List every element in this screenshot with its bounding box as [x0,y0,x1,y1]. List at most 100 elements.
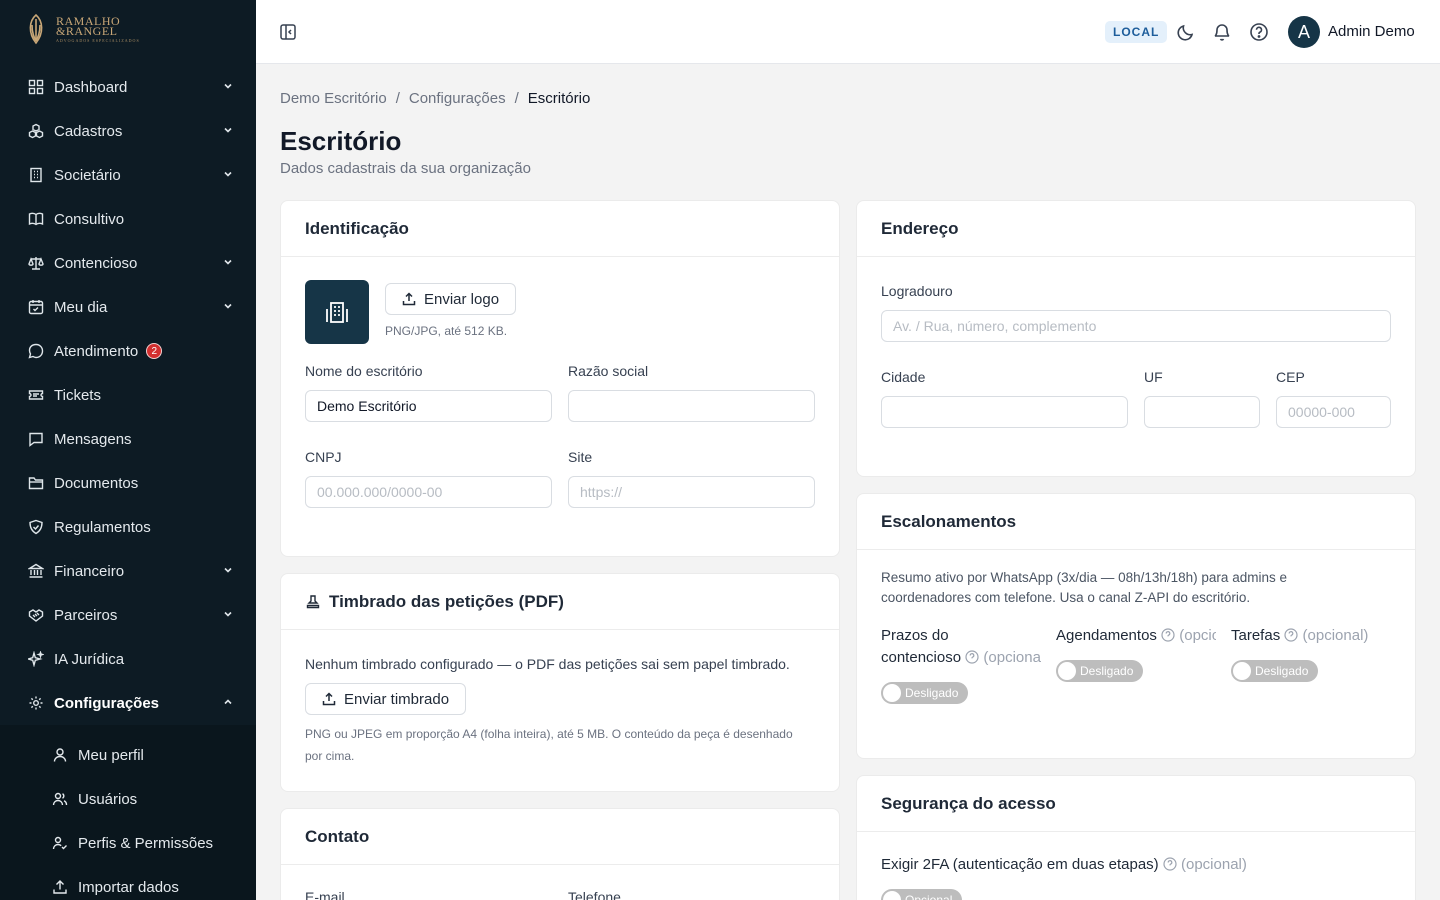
brand-logo[interactable]: RAMALHO &RANGEL ADVOGADOS ESPECIALIZADOS [0,0,256,58]
avatar[interactable]: A [1288,16,1320,48]
sidebar-item-documentos[interactable]: Documentos [0,461,256,505]
sidebar-item-label: Consultivo [54,210,125,228]
tarefas-toggle[interactable]: Desligado [1231,660,1319,682]
sidebar-toggle-icon[interactable] [279,23,297,41]
razao-social-label: Razão social [568,363,649,379]
breadcrumb-separator: / [514,90,519,107]
upload-icon [402,292,416,306]
contato-card: Contato E-mail Telefone [280,808,840,900]
toggle-state: Opcional [905,893,953,900]
page-subtitle: Dados cadastrais da sua organização [280,160,531,177]
brand-name: RAMALHO &RANGEL ADVOGADOS ESPECIALIZADOS [56,13,140,43]
cnpj-label: CNPJ [305,449,342,465]
cnpj-input[interactable]: 00.000.000/0000-00 [305,476,552,508]
subnav-item-meu-perfil[interactable]: Meu perfil [0,733,256,777]
card-title-text: Timbrado das petições (PDF) [329,591,564,611]
help-icon[interactable] [965,650,979,664]
cidade-input[interactable] [881,396,1128,428]
2fa-toggle[interactable]: Opcional [881,889,963,900]
sidebar-nav: Dashboard Cadastros Societário Consultiv… [0,65,256,725]
sidebar-item-mensagens[interactable]: Mensagens [0,417,256,461]
sparkles-icon [28,651,44,667]
sidebar-item-label: Meu dia [54,298,108,316]
breadcrumb-root[interactable]: Demo Escritório [280,90,387,107]
sidebar-item-label: Documentos [54,474,139,492]
timbrado-hint: PNG ou JPEG em proporção A4 (folha intei… [305,727,793,763]
upload-icon [53,880,67,894]
cidade-label: Cidade [881,369,926,385]
user-name[interactable]: Admin Demo [1328,23,1415,40]
toggle-knob [1233,662,1251,680]
logradouro-input[interactable]: Av. / Rua, número, complemento [881,310,1391,342]
sidebar-item-tickets[interactable]: Tickets [0,373,256,417]
breadcrumb-current: Escritório [527,90,591,107]
sidebar-item-regulamentos[interactable]: Regulamentos [0,505,256,549]
ticket-icon [28,390,44,400]
sidebar: RAMALHO &RANGEL ADVOGADOS ESPECIALIZADOS… [0,0,256,900]
sidebar-item-atendimento[interactable]: Atendimento 2 [0,329,256,373]
subnav-item-usuarios[interactable]: Usuários [0,777,256,821]
2fa-toggle-label: Exigir 2FA (autenticação em duas etapas)… [881,856,1247,873]
shield-icon [29,519,43,535]
toggle-knob [883,684,901,702]
sidebar-item-label: Contencioso [54,254,138,272]
environment-badge: LOCAL [1105,21,1168,43]
upload-logo-button[interactable]: Enviar logo [385,283,517,315]
bell-icon[interactable] [1212,22,1232,42]
tarefas-toggle-label: Tarefas (opcional) [1231,627,1369,644]
sidebar-item-contencioso[interactable]: Contencioso [0,241,256,285]
help-icon[interactable] [1161,628,1175,642]
prazos-toggle[interactable]: Desligado [881,682,969,704]
sidebar-item-label: Cadastros [54,122,123,140]
users-icon [52,792,68,806]
brand-mark-icon [29,13,43,45]
chevron-up-icon [224,699,232,705]
help-icon[interactable] [1163,857,1177,871]
site-input[interactable]: https:// [568,476,815,508]
toggle-state: Desligado [1080,664,1134,678]
toggle-knob [883,891,901,900]
razao-social-input[interactable] [568,390,815,422]
uf-label: UF [1144,369,1163,385]
chevron-down-icon [224,303,232,309]
breadcrumb-parent[interactable]: Configurações [409,90,506,107]
topbar: LOCAL A Admin Demo [256,0,1440,64]
folder-icon [28,477,44,490]
sidebar-item-ia-juridica[interactable]: IA Jurídica [0,637,256,681]
uf-input[interactable] [1144,396,1260,428]
card-title: Escalonamentos [857,494,1415,550]
card-title: Contato [281,809,839,865]
cep-input[interactable]: 00000-000 [1276,396,1391,428]
endereco-card: Endereço Logradouro Av. / Rua, número, c… [856,200,1416,477]
logradouro-label: Logradouro [881,283,953,299]
help-icon[interactable] [1249,22,1269,42]
sidebar-item-consultivo[interactable]: Consultivo [0,197,256,241]
building-icon [326,302,348,323]
agendamentos-toggle[interactable]: Desligado [1056,660,1144,682]
sidebar-item-configuracoes[interactable]: Configurações [0,681,256,725]
help-icon[interactable] [1284,628,1298,642]
notification-badge: 2 [146,343,163,359]
nome-input[interactable]: Demo Escritório [305,390,552,422]
sidebar-item-societario[interactable]: Societário [0,153,256,197]
upload-timbrado-button[interactable]: Enviar timbrado [305,683,467,715]
toggle-state: Desligado [1255,664,1309,678]
subnav-item-perfis-permissoes[interactable]: Perfis & Permissões [0,821,256,865]
site-label: Site [568,449,593,465]
gear-icon [29,696,43,710]
subnav-item-importar-dados[interactable]: Importar dados [0,865,256,900]
sidebar-item-label: Parceiros [54,606,118,624]
moon-icon[interactable] [1176,22,1196,42]
email-label: E-mail [305,889,345,900]
sidebar-item-label: Dashboard [54,78,128,96]
sidebar-item-cadastros[interactable]: Cadastros [0,109,256,153]
building-icon [30,167,42,183]
sidebar-item-label: Societário [54,166,121,184]
sidebar-item-financeiro[interactable]: Financeiro [0,549,256,593]
subnav-item-label: Meu perfil [78,746,144,764]
sidebar-item-dashboard[interactable]: Dashboard [0,65,256,109]
sidebar-item-meu-dia[interactable]: Meu dia [0,285,256,329]
seguranca-card: Segurança do acesso Exigir 2FA (autentic… [856,775,1416,900]
sidebar-item-parceiros[interactable]: Parceiros [0,593,256,637]
cep-label: CEP [1276,369,1305,385]
